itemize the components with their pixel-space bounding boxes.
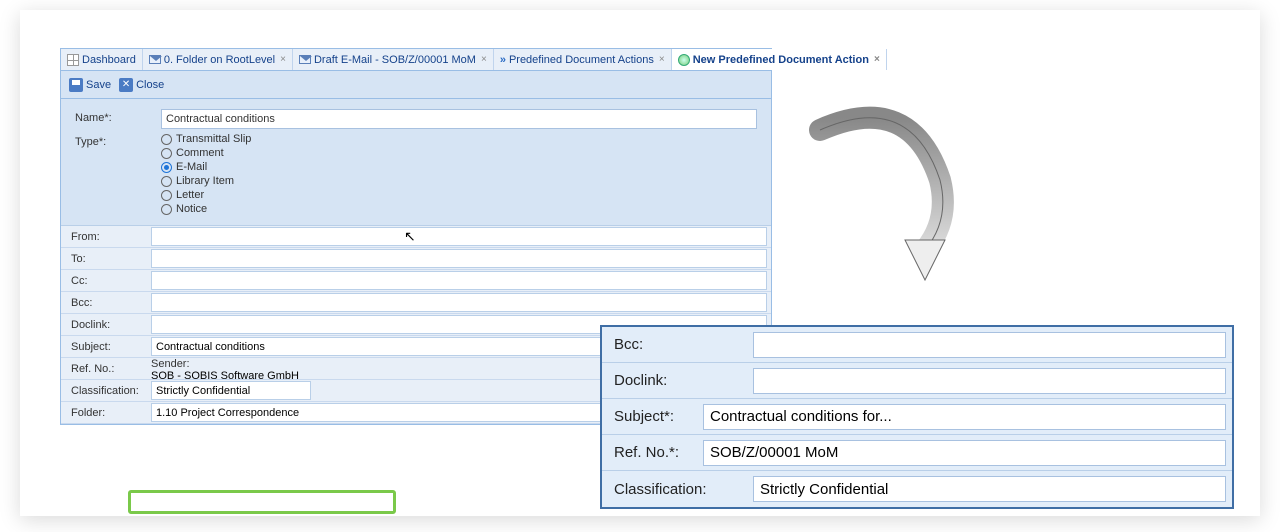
tab-new-predefined-action[interactable]: New Predefined Document Action × (672, 49, 887, 70)
sender-label: Sender: (151, 358, 196, 370)
radio-transmittal-slip[interactable]: Transmittal Slip (161, 133, 757, 145)
subject-label: Subject: (61, 341, 151, 353)
tab-predefined-actions[interactable]: » Predefined Document Actions × (494, 49, 672, 70)
radio-email[interactable]: E-Mail (161, 161, 757, 173)
close-icon[interactable]: × (874, 54, 880, 65)
type-label: Type*: (75, 133, 161, 148)
callout-classification-input[interactable]: Strictly Confidential (753, 476, 1226, 502)
tab-folder-rootlevel[interactable]: 0. Folder on RootLevel × (143, 49, 293, 70)
arrow-right-icon: » (500, 54, 506, 66)
close-label: Close (136, 79, 164, 91)
callout-bcc-label: Bcc: (602, 336, 747, 353)
radio-comment[interactable]: Comment (161, 147, 757, 159)
name-input[interactable] (161, 109, 757, 129)
callout-subject-input[interactable]: Contractual conditions for... (703, 404, 1226, 430)
from-input[interactable] (151, 227, 767, 246)
callout-bcc-input[interactable] (753, 332, 1226, 358)
mail-icon (299, 55, 311, 64)
callout-panel: Bcc: Doclink: Subject*: Contractual cond… (600, 325, 1234, 509)
tab-label: Dashboard (82, 54, 136, 66)
tab-draft-email[interactable]: Draft E-Mail - SOB/Z/00001 MoM × (293, 49, 494, 70)
radio-letter[interactable]: Letter (161, 189, 757, 201)
to-label: To: (61, 253, 151, 265)
bcc-label: Bcc: (61, 297, 151, 309)
toolbar: Save ✕ Close (61, 71, 771, 99)
classification-input[interactable]: Strictly Confidential (151, 381, 311, 400)
close-icon[interactable]: × (659, 54, 665, 65)
folder-label: Folder: (61, 407, 151, 419)
tab-bar: Dashboard 0. Folder on RootLevel × Draft… (61, 49, 771, 71)
tab-label: New Predefined Document Action (693, 54, 869, 66)
radio-library-item[interactable]: Library Item (161, 175, 757, 187)
from-label: From: (61, 231, 151, 243)
globe-icon (678, 54, 690, 66)
cc-label: Cc: (61, 275, 151, 287)
close-button[interactable]: ✕ Close (119, 78, 164, 92)
tab-dashboard[interactable]: Dashboard (61, 49, 143, 70)
save-label: Save (86, 79, 111, 91)
radio-notice[interactable]: Notice (161, 203, 757, 215)
form-upper: Name*: Type*: Transmittal Slip Comment E… (61, 99, 771, 225)
close-icon[interactable]: × (280, 54, 286, 65)
callout-doclink-input[interactable] (753, 368, 1226, 394)
name-label: Name*: (75, 109, 161, 124)
callout-classification-label: Classification: (602, 481, 747, 498)
doclink-label: Doclink: (61, 319, 151, 331)
cc-input[interactable] (151, 271, 767, 290)
callout-subject-label: Subject*: (602, 408, 697, 425)
save-icon (69, 78, 83, 92)
arrow-illustration (800, 100, 966, 290)
mail-icon (149, 55, 161, 64)
tab-label: 0. Folder on RootLevel (164, 54, 275, 66)
close-icon[interactable]: × (481, 54, 487, 65)
grid-icon (67, 54, 79, 66)
cursor-icon: ↖ (404, 228, 416, 245)
close-icon: ✕ (119, 78, 133, 92)
type-radios: Transmittal Slip Comment E-Mail Library … (161, 133, 757, 215)
callout-refno-label: Ref. No.*: (602, 444, 697, 461)
tab-label: Draft E-Mail - SOB/Z/00001 MoM (314, 54, 476, 66)
save-button[interactable]: Save (69, 78, 111, 92)
bcc-input[interactable] (151, 293, 767, 312)
refno-label: Ref. No.: (61, 363, 151, 375)
callout-refno-input[interactable]: SOB/Z/00001 MoM (703, 440, 1226, 466)
classification-label: Classification: (61, 385, 151, 397)
to-input[interactable] (151, 249, 767, 268)
tab-label: Predefined Document Actions (509, 54, 654, 66)
callout-doclink-label: Doclink: (602, 372, 747, 389)
